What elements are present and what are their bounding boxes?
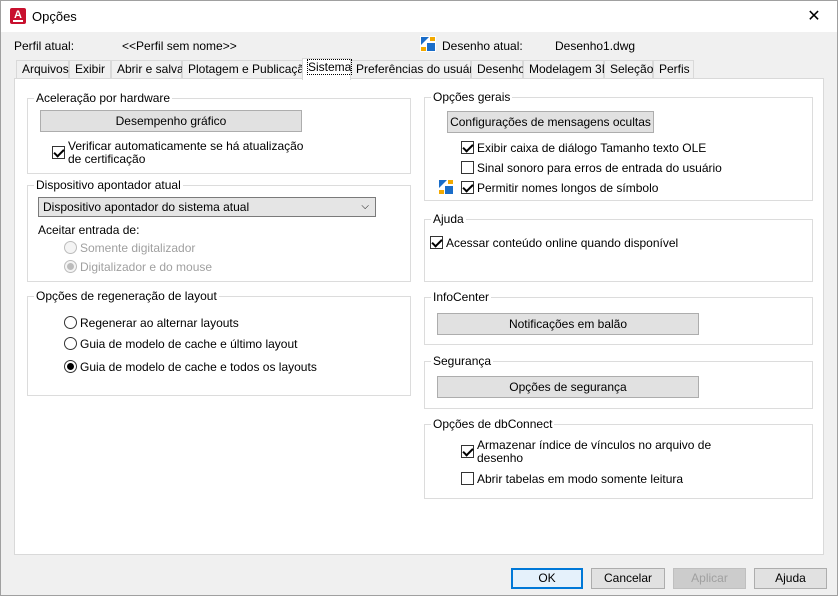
tab-preferencias[interactable]: Preferências do usuário: [350, 60, 483, 79]
profile-label: Perfil atual:: [14, 39, 75, 53]
cache-all-layouts-radio[interactable]: [64, 360, 77, 373]
tab-abrir-salvar[interactable]: Abrir e salvar: [111, 60, 188, 79]
online-content-checkbox[interactable]: [430, 236, 443, 249]
tab-arquivos[interactable]: Arquivos: [16, 60, 69, 79]
help-button[interactable]: Ajuda: [754, 568, 827, 589]
group-title: Opções de regeneração de layout: [34, 289, 219, 303]
long-symbol-names-icon: [439, 180, 453, 194]
group-title: Ajuda: [431, 212, 466, 226]
pointing-device-group: Dispositivo apontador atual Dispositivo …: [27, 178, 411, 282]
layout-regen-group: Opções de regeneração de layout Regenera…: [27, 289, 411, 396]
tab-sistema[interactable]: Sistema: [302, 58, 353, 80]
digitizer-mouse-radio[interactable]: [64, 260, 77, 273]
group-title: InfoCenter: [431, 290, 492, 304]
tab-perfis[interactable]: Perfis: [653, 60, 694, 79]
tab-selecao[interactable]: Seleção: [604, 60, 653, 79]
cache-last-layout-radio[interactable]: [64, 337, 77, 350]
tab-plotagem[interactable]: Plotagem e Publicação: [182, 60, 311, 79]
store-links-index-checkbox[interactable]: [461, 445, 474, 458]
sistema-panel: Aceleração por hardware Desempenho gráfi…: [14, 78, 824, 555]
close-icon[interactable]: ✕: [791, 1, 837, 32]
ole-text-size-checkbox[interactable]: [461, 141, 474, 154]
drawing-value: Desenho1.dwg: [555, 39, 636, 53]
read-only-tables-label: Abrir tabelas em modo somente leitura: [477, 472, 684, 486]
digitizer-mouse-label: Digitalizador e do mouse: [80, 260, 213, 274]
long-symbol-names-checkbox[interactable]: [461, 181, 474, 194]
tab-modelagem-3d[interactable]: Modelagem 3D: [523, 60, 610, 79]
help-group: Ajuda Acessar conteúdo online quando dis…: [424, 212, 813, 282]
cache-all-layouts-label: Guia de modelo de cache e todos os layou…: [80, 360, 317, 374]
store-links-index-label: Armazenar índice de vínculos no arquivo …: [477, 438, 712, 465]
ok-button[interactable]: OK: [511, 568, 583, 589]
security-group: Segurança Opções de segurança: [424, 354, 813, 409]
accept-input-label: Aceitar entrada de:: [38, 223, 140, 237]
security-options-button[interactable]: Opções de segurança: [437, 376, 699, 398]
chevron-down-icon: ⌵: [361, 201, 369, 212]
regen-switch-label: Regenerar ao alternar layouts: [80, 316, 239, 330]
regen-switch-radio[interactable]: [64, 316, 77, 329]
general-options-group: Opções gerais Configurações de mensagens…: [424, 90, 813, 201]
group-title: Opções de dbConnect: [431, 417, 555, 431]
window-title: Opções: [32, 9, 77, 24]
infocenter-group: InfoCenter Notificações em balão: [424, 290, 813, 345]
drawing-label: Desenho atual:: [442, 39, 523, 53]
tab-desenho[interactable]: Desenho: [471, 60, 525, 79]
certification-update-label: Verificar automaticamente se há atualiza…: [68, 139, 304, 166]
digitizer-only-radio[interactable]: [64, 241, 77, 254]
tab-exibir[interactable]: Exibir: [69, 60, 111, 79]
apply-button[interactable]: Aplicar: [673, 568, 746, 589]
title-bar: A Opções ✕: [1, 1, 837, 32]
cancel-button[interactable]: Cancelar: [591, 568, 665, 589]
cache-last-layout-label: Guia de modelo de cache e último layout: [80, 337, 298, 351]
beep-on-error-checkbox[interactable]: [461, 161, 474, 174]
digitizer-only-label: Somente digitalizador: [80, 241, 196, 255]
options-dialog: A Opções ✕ Perfil atual: <<Perfil sem no…: [0, 0, 838, 596]
group-title: Aceleração por hardware: [34, 91, 173, 105]
read-only-tables-checkbox[interactable]: [461, 472, 474, 485]
drawing-file-icon: [420, 36, 436, 52]
balloon-notifications-button[interactable]: Notificações em balão: [437, 313, 699, 335]
hidden-messages-settings-button[interactable]: Configurações de mensagens ocultas: [447, 111, 654, 133]
long-symbol-names-label: Permitir nomes longos de símbolo: [477, 181, 659, 195]
group-title: Dispositivo apontador atual: [34, 178, 183, 192]
profile-value: <<Perfil sem nome>>: [122, 39, 237, 53]
group-title: Opções gerais: [431, 90, 513, 104]
autocad-app-icon: A: [10, 8, 26, 24]
online-content-label: Acessar conteúdo online quando disponíve…: [446, 236, 679, 250]
hardware-acceleration-group: Aceleração por hardware Desempenho gráfi…: [27, 91, 411, 174]
beep-on-error-label: Sinal sonoro para erros de entrada do us…: [477, 161, 722, 175]
certification-update-checkbox[interactable]: [52, 146, 65, 159]
graphics-performance-button[interactable]: Desempenho gráfico: [40, 110, 302, 132]
dbconnect-group: Opções de dbConnect Armazenar índice de …: [424, 417, 813, 499]
group-title: Segurança: [431, 354, 494, 368]
pointing-device-select[interactable]: Dispositivo apontador do sistema atual ⌵: [38, 197, 376, 217]
ole-text-size-label: Exibir caixa de diálogo Tamanho texto OL…: [477, 141, 707, 155]
